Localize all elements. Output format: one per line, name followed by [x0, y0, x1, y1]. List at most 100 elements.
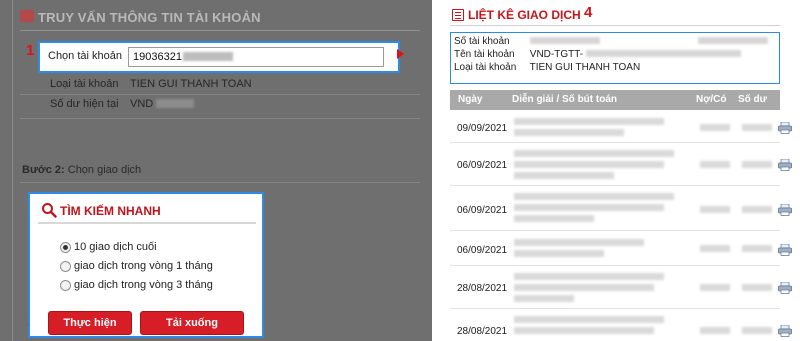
screenshot-root: TRUY VẤN THÔNG TIN TÀI KHOẢN 1 Chọn tài … — [0, 0, 800, 341]
redacted-description — [514, 204, 664, 211]
download-button[interactable]: Tải xuống — [140, 311, 244, 335]
transactions-title: LIỆT KÊ GIAO DỊCH — [468, 8, 581, 22]
redacted-name — [585, 50, 741, 57]
printer-icon[interactable] — [778, 282, 792, 294]
row-date: 28/08/2021 — [457, 326, 508, 337]
redacted-description — [514, 193, 674, 200]
table-row[interactable]: 06/09/2021 — [450, 144, 792, 186]
info-account-row: Số tài khoản — [454, 36, 768, 47]
balance-currency: VND — [130, 98, 154, 110]
card-icon — [20, 10, 34, 22]
redacted-description — [514, 172, 614, 179]
table-row[interactable]: 06/09/2021 — [450, 232, 792, 266]
radio-selected[interactable] — [60, 241, 71, 253]
list-icon — [452, 9, 464, 21]
transactions-header: Ngày Diễn giải / Số bút toán Nợ/Có Số dư — [450, 90, 780, 110]
arrow-right-icon — [397, 49, 404, 59]
quick-search-panel: TÌM KIẾM NHANH 10 giao dịch cuối giao dị… — [28, 192, 264, 338]
printer-icon[interactable] — [778, 244, 792, 256]
account-number: 19036321 — [133, 51, 182, 63]
account-info-box: Số tài khoản Tên tài khoản VND-TGTT- Loạ… — [450, 32, 780, 84]
title-divider — [20, 30, 420, 31]
annotation-1: 1 — [26, 42, 35, 59]
redacted-account-digits — [182, 52, 233, 61]
info-name-row: Tên tài khoản VND-TGTT- — [454, 49, 741, 60]
info-type-row: Loại tài khoản TIEN GUI THANH TOAN — [454, 62, 640, 73]
info-name-value: VND-TGTT- — [529, 49, 584, 60]
redacted-description — [514, 250, 604, 257]
row-date: 06/09/2021 — [457, 205, 508, 216]
redacted-balance — [742, 206, 772, 213]
row-divider — [20, 182, 420, 183]
redacted-amount — [700, 124, 730, 131]
row-date: 09/09/2021 — [457, 123, 508, 134]
redacted-amount — [700, 206, 730, 213]
option-1-month[interactable]: giao dịch trong vòng 1 tháng — [60, 260, 213, 272]
account-select-highlight: Chọn tài khoản 19036321 — [38, 41, 400, 73]
redacted-balance — [742, 284, 772, 291]
quick-search-title: TÌM KIẾM NHANH — [60, 204, 161, 218]
option-3-months[interactable]: giao dịch trong vòng 3 tháng — [60, 279, 213, 291]
redacted-description — [514, 295, 574, 302]
col-debit-credit: Nợ/Có — [696, 94, 727, 105]
account-type-label: Loại tài khoản — [50, 78, 119, 90]
execute-button[interactable]: Thực hiện — [48, 311, 132, 335]
redacted-balance — [742, 327, 772, 334]
printer-icon[interactable] — [778, 122, 792, 134]
info-type-value: TIEN GUI THANH TOAN — [529, 62, 641, 73]
col-description: Diễn giải / Số bút toán — [512, 94, 617, 105]
redacted-amount — [697, 37, 768, 44]
option-label: giao dịch trong vòng 1 tháng — [74, 260, 213, 272]
step2-heading: Bước 2: Chọn giao dịch — [22, 164, 141, 176]
info-type-label: Loại tài khoản — [454, 62, 517, 73]
redacted-description — [514, 273, 664, 280]
redacted-amount — [700, 284, 730, 291]
col-balance: Số dư — [738, 94, 767, 105]
redacted-description — [514, 150, 674, 157]
radio-unselected[interactable] — [60, 279, 71, 291]
redacted-balance — [742, 124, 772, 131]
redacted-balance — [156, 99, 195, 108]
redacted-description — [514, 118, 664, 125]
account-select-label: Chọn tài khoản — [48, 50, 122, 62]
account-type-value: TIEN GUI THANH TOAN — [130, 78, 252, 90]
option-last-10[interactable]: 10 giao dịch cuối — [60, 241, 157, 253]
redacted-description — [514, 284, 654, 291]
printer-icon[interactable] — [778, 325, 792, 337]
balance-label: Số dư hiện tại — [50, 98, 119, 110]
redacted-amount — [700, 161, 730, 168]
col-date: Ngày — [458, 94, 483, 105]
redacted-description — [514, 161, 664, 168]
redacted-amount — [700, 327, 730, 334]
row-divider — [20, 94, 420, 95]
info-account-label: Số tài khoản — [454, 36, 510, 47]
redacted-description — [514, 129, 624, 136]
redacted-description — [514, 316, 664, 323]
table-row[interactable]: 28/08/2021 — [450, 267, 792, 309]
row-date: 06/09/2021 — [457, 245, 508, 256]
transactions-divider — [450, 25, 780, 26]
printer-icon[interactable] — [778, 204, 792, 216]
account-panel-title: TRUY VẤN THÔNG TIN TÀI KHOẢN — [38, 10, 261, 25]
search-icon — [42, 203, 57, 218]
printer-icon[interactable] — [778, 159, 792, 171]
row-divider — [20, 118, 420, 119]
redacted-account — [529, 37, 600, 44]
annotation-4: 4 — [584, 4, 593, 21]
table-row[interactable]: 09/09/2021 — [450, 112, 792, 143]
table-row[interactable]: 28/08/2021 — [450, 310, 792, 341]
row-date: 06/09/2021 — [457, 160, 508, 171]
quick-search-divider — [38, 222, 256, 224]
redacted-balance — [742, 161, 772, 168]
redacted-description — [514, 215, 594, 222]
radio-unselected[interactable] — [60, 260, 71, 272]
option-label: giao dịch trong vòng 3 tháng — [74, 279, 213, 291]
step2-text: Chọn giao dịch — [64, 164, 142, 176]
info-name-label: Tên tài khoản — [454, 49, 515, 60]
redacted-amount — [700, 245, 730, 252]
step2-prefix: Bước 2: — [22, 164, 65, 176]
row-date: 28/08/2021 — [457, 283, 508, 294]
account-select-input[interactable]: 19036321 — [128, 47, 384, 67]
table-row[interactable]: 06/09/2021 — [450, 187, 792, 231]
redacted-balance — [742, 245, 772, 252]
